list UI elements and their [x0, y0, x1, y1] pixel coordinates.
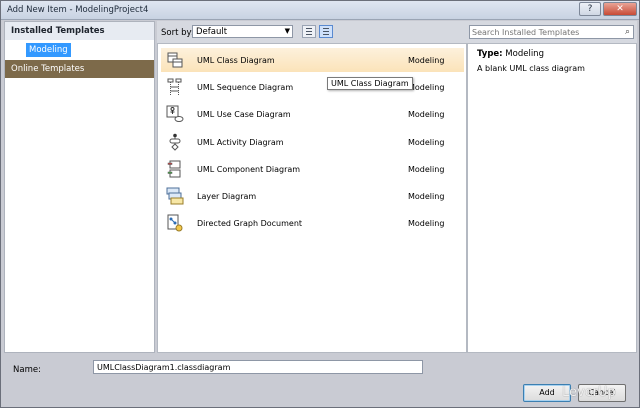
search-input[interactable]	[472, 27, 612, 37]
activity-diagram-icon	[169, 133, 181, 151]
category-modeling[interactable]: Modeling	[26, 43, 71, 57]
template-row-uml-use-case-diagram[interactable]: UML Use Case Diagram Modeling	[161, 102, 464, 126]
details-description: A blank UML class diagram	[477, 64, 585, 73]
list-view-button[interactable]	[319, 25, 333, 38]
class-diagram-icon	[167, 52, 183, 68]
directed-graph-icon	[167, 214, 183, 232]
name-field[interactable]	[93, 360, 423, 374]
template-details-pane: Type: Modeling A blank UML class diagram	[467, 43, 637, 353]
template-categories-pane: Installed Templates Modeling Online Temp…	[4, 21, 155, 353]
template-row-uml-activity-diagram[interactable]: UML Activity Diagram Modeling	[161, 130, 464, 154]
sort-toolbar: Sort by: Default ▼ ⌕	[157, 21, 637, 43]
tooltip: UML Class Diagram	[327, 77, 413, 90]
use-case-diagram-icon	[166, 105, 184, 122]
search-icon[interactable]: ⌕	[625, 27, 630, 37]
close-button[interactable]: ✕	[603, 2, 637, 16]
search-box[interactable]: ⌕	[469, 25, 634, 39]
medium-icons-view-button[interactable]	[302, 25, 316, 38]
help-button[interactable]: ?	[579, 2, 601, 16]
sort-by-dropdown[interactable]: Default ▼	[192, 25, 293, 38]
details-type: Type: Modeling	[477, 49, 544, 59]
installed-templates-header[interactable]: Installed Templates	[5, 22, 154, 40]
add-new-item-dialog: Add New Item - ModelingProject4 ? ✕ Inst…	[0, 0, 640, 408]
online-templates-header[interactable]: Online Templates	[5, 60, 154, 78]
template-row-layer-diagram[interactable]: Layer Diagram Modeling	[161, 184, 464, 208]
name-label: Name:	[13, 365, 41, 375]
title-bar: Add New Item - ModelingProject4 ? ✕	[1, 1, 639, 20]
sequence-diagram-icon	[167, 78, 182, 95]
component-diagram-icon	[167, 160, 181, 178]
template-list: UML Class Diagram Modeling UML Sequence …	[157, 43, 467, 353]
template-row-uml-sequence-diagram[interactable]: UML Sequence Diagram Modeling	[161, 75, 464, 99]
template-row-directed-graph-document[interactable]: Directed Graph Document Modeling	[161, 211, 464, 235]
chevron-down-icon: ▼	[284, 27, 290, 35]
layer-diagram-icon	[166, 187, 184, 205]
watermark: LeverUp	[562, 385, 616, 400]
sort-by-label: Sort by:	[161, 28, 194, 38]
template-row-uml-class-diagram[interactable]: UML Class Diagram Modeling	[161, 48, 464, 72]
window-title: Add New Item - ModelingProject4	[7, 5, 149, 15]
template-row-uml-component-diagram[interactable]: UML Component Diagram Modeling	[161, 157, 464, 181]
